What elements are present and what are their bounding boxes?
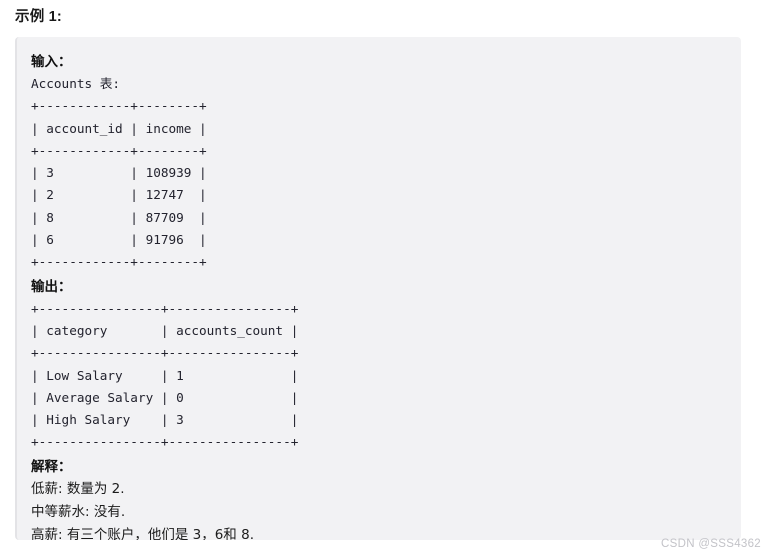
explanation-line-low: 低薪: 数量为 2. bbox=[31, 480, 125, 497]
input-table-name: Accounts 表: bbox=[31, 76, 121, 91]
example-code-block: 输入： Accounts 表: +------------+--------+ … bbox=[15, 37, 741, 540]
explanation-line-high: 高薪: 有三个账户，他们是 3，6和 8. bbox=[31, 526, 254, 540]
input-table-ascii: +------------+--------+ | account_id | i… bbox=[31, 98, 207, 270]
code-block-content: 输入： Accounts 表: +------------+--------+ … bbox=[17, 37, 741, 540]
page-root: 示例 1: 输入： Accounts 表: +------------+----… bbox=[0, 0, 773, 558]
explanation-line-average: 中等薪水: 没有. bbox=[31, 503, 126, 520]
csdn-watermark: CSDN @SSS4362 bbox=[661, 538, 761, 550]
output-label: 输出： bbox=[31, 278, 72, 295]
input-label: 输入： bbox=[31, 54, 72, 70]
output-table-ascii: +----------------+----------------+ | ca… bbox=[31, 300, 299, 450]
example-title: 示例 1: bbox=[15, 9, 62, 25]
explanation-label: 解释： bbox=[31, 458, 72, 475]
